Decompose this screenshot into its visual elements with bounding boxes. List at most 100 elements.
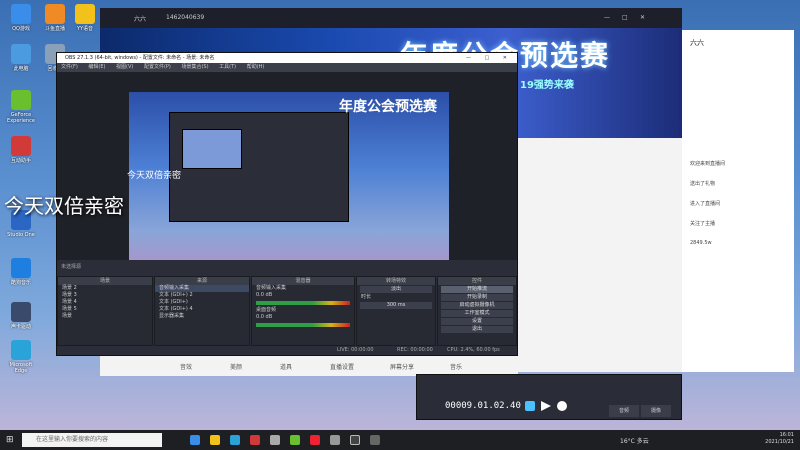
toolbar-live-settings[interactable]: 直播设置	[330, 362, 354, 371]
desktop-icon[interactable]: Microsoft Edge	[4, 340, 38, 374]
scene-item[interactable]: 场景 5	[58, 306, 152, 313]
sources-dock: 来源 音频输入采集 文本 (GDI+) 2 文本 (GDI+) 文本 (GDI+…	[154, 276, 250, 346]
play-icon[interactable]	[541, 401, 551, 411]
preview-banner-text: 年度公会预选赛	[339, 99, 437, 115]
taskbar-app-icon[interactable]	[350, 435, 360, 445]
taskbar-search[interactable]: 在这里输入你要搜索的内容	[22, 433, 162, 447]
menu-file[interactable]: 文件(F)	[61, 64, 78, 70]
desktop-icon[interactable]: 酷狗音乐	[4, 258, 38, 286]
scene-item[interactable]: 场景 2	[58, 285, 152, 292]
app-icon	[11, 136, 31, 156]
preview-overlay-text: 今天双倍亲密	[127, 171, 182, 181]
scene-item[interactable]: 场景 4	[58, 299, 152, 306]
scenes-title: 场景	[58, 277, 152, 285]
mixer-channel-name: 音频输入采集	[256, 285, 287, 291]
toolbar-beauty[interactable]: 美颜	[230, 362, 242, 371]
settings-button[interactable]: 设置	[441, 318, 513, 325]
toolbar-music[interactable]: 音乐	[450, 362, 462, 371]
menu-edit[interactable]: 编辑(E)	[88, 64, 105, 70]
exit-button[interactable]: 退出	[441, 326, 513, 333]
app-icon	[45, 4, 65, 24]
mixer-channel-db: 0.0 dB	[256, 292, 273, 298]
toolbar-screen-share[interactable]: 屏幕分享	[390, 362, 414, 371]
taskbar-app-icon[interactable]	[230, 435, 240, 445]
start-streaming-button[interactable]: 开始推流	[441, 286, 513, 293]
obs-menubar: 文件(F) 编辑(E) 视图(V) 配置文件(P) 场景集合(S) 工具(T) …	[57, 63, 517, 72]
close-icon[interactable]: ✕	[640, 14, 645, 21]
transitions-title: 转场特效	[357, 277, 435, 285]
obs-title-text: OBS 27.1.3 (64-bit, windows) - 配置文件: 未命名…	[65, 55, 215, 61]
source-item[interactable]: 文本 (GDI+) 2	[155, 292, 249, 299]
weather-status[interactable]: 16°C 多云	[620, 436, 649, 445]
duration-label: 时长	[361, 294, 372, 300]
menu-scene-collection[interactable]: 场景集合(S)	[181, 64, 208, 70]
clock[interactable]: 16:01 2021/10/21	[765, 432, 794, 446]
taskbar-app-icon[interactable]	[270, 435, 280, 445]
desktop-icon[interactable]: 斗鱼直播	[38, 4, 72, 32]
chat-line: 关注了主播	[690, 221, 716, 227]
scene-item[interactable]: 场景 3	[58, 292, 152, 299]
app-icon	[11, 90, 31, 110]
background-app-titlebar: 六六 1462040639 ✕ □ —	[100, 8, 682, 28]
windows-start-icon[interactable]: ⊞	[6, 435, 14, 445]
chat-line: 2849.5w	[690, 240, 712, 246]
start-recording-button[interactable]: 开始录制	[441, 294, 513, 301]
menu-profile[interactable]: 配置文件(P)	[144, 64, 171, 70]
studio-mode-button[interactable]: 工作室模式	[441, 310, 513, 317]
taskbar-app-icon[interactable]	[330, 435, 340, 445]
app-icon	[11, 4, 31, 24]
maximize-icon[interactable]: □	[622, 14, 628, 21]
taskbar-app-icon[interactable]	[290, 435, 300, 445]
desktop-icon-label: 互动助手	[10, 158, 31, 164]
desktop-icon-label: GeForce Experience	[7, 112, 35, 124]
minimize-icon[interactable]: —	[604, 14, 610, 21]
transition-select[interactable]: 淡出	[360, 286, 432, 293]
desktop-icon[interactable]: QQ游戏	[4, 4, 38, 32]
chat-line: 欢迎来到直播间	[690, 161, 726, 167]
chat-panel-title: 六六	[690, 39, 704, 47]
taskbar-app-icon[interactable]	[190, 435, 200, 445]
app-icon	[11, 340, 31, 360]
mixer-tab-audio[interactable]: 音频	[609, 405, 639, 417]
user-name: 六六	[134, 16, 147, 23]
stop-icon[interactable]	[525, 401, 535, 411]
desktop-icon-label: Studio One	[7, 232, 35, 238]
nested-obs-preview-inner	[182, 129, 242, 169]
menu-view[interactable]: 视图(V)	[116, 64, 133, 70]
desktop-icon[interactable]: 声卡驱动	[4, 302, 38, 330]
no-source-label: 未选择源	[61, 264, 82, 270]
desktop-icon[interactable]: GeForce Experience	[4, 90, 38, 124]
taskbar-app-icon[interactable]	[210, 435, 220, 445]
app-icon	[11, 258, 31, 278]
toolbar-props[interactable]: 道具	[280, 362, 292, 371]
desktop-icon[interactable]: 互动助手	[4, 136, 38, 164]
taskbar-app-icon[interactable]	[250, 435, 260, 445]
obs-docks: 未选择源 场景 场景 2 场景 3 场景 4 场景 5 场景 来源 音频输入采集…	[57, 260, 517, 346]
desktop-icon-label: 声卡驱动	[10, 324, 31, 330]
scene-item[interactable]: 场景	[58, 313, 152, 320]
source-item[interactable]: 文本 (GDI+)	[155, 299, 249, 306]
source-item[interactable]: 显示器采集	[155, 313, 249, 320]
app-icon	[11, 302, 31, 322]
transitions-dock: 转场特效 淡出 时长 300 ms	[356, 276, 436, 346]
toolbar-sound-effects[interactable]: 音效	[180, 362, 192, 371]
taskbar-app-icon[interactable]	[310, 435, 320, 445]
menu-tools[interactable]: 工具(T)	[219, 64, 236, 70]
window-controls[interactable]: — □ ✕	[466, 53, 513, 63]
desktop-icon[interactable]: 此电脑	[4, 44, 38, 72]
chat-panel: 六六 欢迎来到直播间 送出了礼物 进入了直播间 关注了主播 2849.5w	[682, 30, 794, 372]
source-item[interactable]: 音频输入采集	[155, 285, 249, 292]
mixer-title: 混音器	[252, 277, 354, 285]
duration-input[interactable]: 300 ms	[360, 302, 432, 309]
record-icon[interactable]	[557, 401, 567, 411]
app-icon	[75, 4, 95, 24]
source-item[interactable]: 文本 (GDI+) 4	[155, 306, 249, 313]
desktop-icon-label: 此电脑	[13, 66, 29, 72]
desktop-icon[interactable]: YY语音	[68, 4, 102, 32]
obs-preview[interactable]: 年度公会预选赛 今天双倍亲密	[57, 72, 517, 278]
mixer-tab-camera[interactable]: 摄像	[641, 405, 671, 417]
taskbar-app-icon[interactable]	[370, 435, 380, 445]
mixer-dock: 混音器 音频输入采集 0.0 dB 桌面音频 0.0 dB	[251, 276, 355, 346]
menu-help[interactable]: 帮助(H)	[247, 64, 265, 70]
virtual-camera-button[interactable]: 启动虚拟摄像机	[441, 302, 513, 309]
